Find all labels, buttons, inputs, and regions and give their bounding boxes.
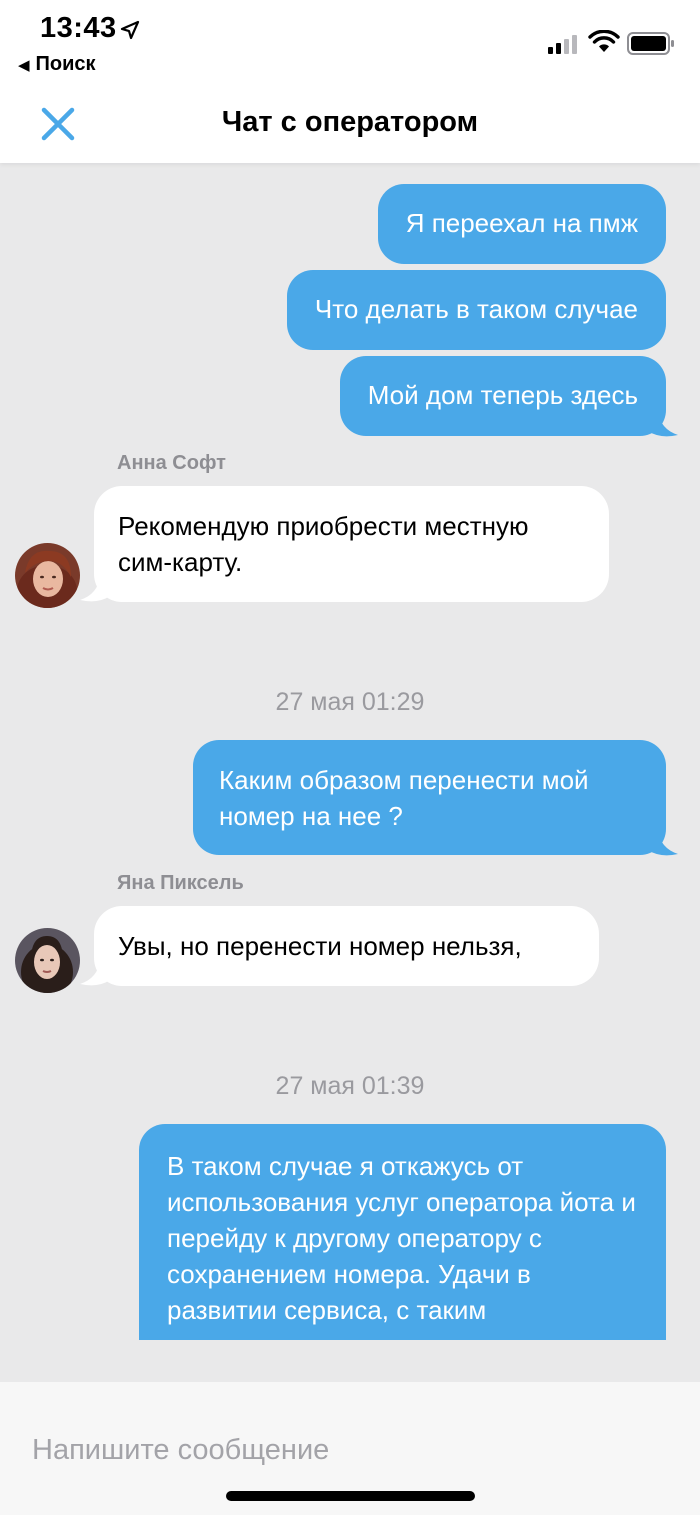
status-time: 13:43 (40, 12, 117, 44)
battery-icon (627, 32, 674, 55)
message-list[interactable]: Я переехал на пмж Что делать в таком слу… (0, 163, 700, 1340)
composer (0, 1382, 700, 1515)
bubble-tail (80, 960, 110, 986)
sender-name: Яна Пиксель (117, 872, 244, 894)
page-title: Чат с оператором (221, 106, 479, 138)
message-text: Рекомендую приобрести местную сим-карту. (118, 511, 529, 577)
bubble-tail (80, 576, 110, 602)
outgoing-message[interactable]: Что делать в таком случае (286, 270, 666, 350)
back-app-label: Поиск (35, 53, 96, 75)
avatar[interactable] (15, 543, 80, 608)
home-indicator[interactable] (226, 1491, 475, 1501)
outgoing-message[interactable]: Мой дом теперь здесь (339, 356, 666, 436)
message-input[interactable] (32, 1430, 652, 1470)
date-separator: 27 мая 01:39 (275, 1072, 425, 1100)
location-arrow-icon (120, 20, 140, 40)
avatar[interactable] (15, 928, 80, 993)
message-text: Я переехал на пмж (405, 208, 638, 238)
signal-icon (548, 35, 577, 54)
back-triangle-icon: ◀ (18, 57, 30, 74)
sender-name: Анна Софт (117, 452, 226, 474)
message-text: В таком случае я откажусь от использован… (167, 1151, 636, 1340)
message-text: Мой дом теперь здесь (367, 380, 638, 410)
avatar-photo (15, 543, 80, 608)
incoming-message[interactable]: Рекомендую приобрести местную сим-карту. (94, 486, 609, 602)
message-text: Каким образом перенести мой номер на нее… (219, 765, 589, 831)
incoming-message[interactable]: Увы, но перенести номер нельзя, (94, 906, 599, 986)
message-text: Увы, но перенести номер нельзя, (118, 931, 522, 961)
wifi-icon (588, 30, 620, 52)
bubble-tail (648, 411, 678, 437)
top-bar: 13:43 ◀ Поиск Чат с оператором (0, 0, 700, 163)
outgoing-message[interactable]: В таком случае я откажусь от использован… (139, 1124, 666, 1340)
bubble-tail (648, 830, 678, 856)
outgoing-message[interactable]: Каким образом перенести мой номер на нее… (193, 740, 666, 855)
back-to-app-link[interactable]: ◀ Поиск (18, 53, 96, 76)
avatar-photo (15, 928, 80, 993)
message-text: Что делать в таком случае (314, 294, 638, 324)
date-separator: 27 мая 01:29 (275, 688, 425, 716)
outgoing-message[interactable]: Я переехал на пмж (377, 184, 666, 264)
